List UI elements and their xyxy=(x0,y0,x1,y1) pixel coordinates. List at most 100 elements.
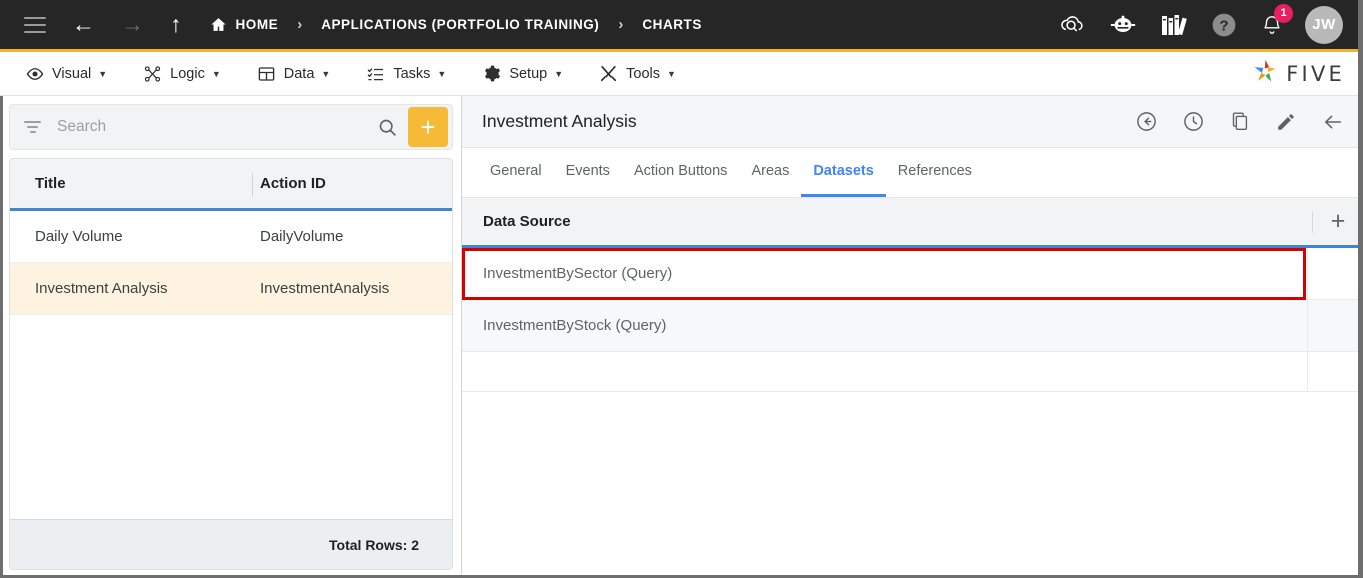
filter-icon[interactable] xyxy=(24,121,41,133)
menu-label-setup: Setup xyxy=(509,65,548,82)
breadcrumb-item-charts[interactable]: CHARTS xyxy=(642,17,702,32)
breadcrumb-separator: › xyxy=(297,16,303,33)
cell-data-source: InvestmentBySector (Query) xyxy=(483,265,673,282)
table-row-selected[interactable]: Investment Analysis InvestmentAnalysis xyxy=(10,263,452,315)
menu-item-visual[interactable]: Visual ▼ xyxy=(14,52,119,96)
menu-label-logic: Logic xyxy=(170,65,205,82)
add-dataset-button[interactable]: + xyxy=(1313,207,1363,236)
svg-text:?: ? xyxy=(1219,17,1228,34)
chevron-down-icon: ▼ xyxy=(667,68,676,79)
tab-events[interactable]: Events xyxy=(554,148,622,197)
chevron-down-icon: ▼ xyxy=(321,68,331,79)
column-header-title[interactable]: Title xyxy=(10,175,252,192)
cell-action-id: DailyVolume xyxy=(260,228,344,245)
table-grid-icon xyxy=(257,65,276,83)
edit-pencil-icon[interactable] xyxy=(1275,111,1297,133)
notification-badge: 1 xyxy=(1274,3,1293,23)
row-action-cell[interactable] xyxy=(1307,300,1363,351)
add-record-button[interactable]: + xyxy=(408,107,448,147)
column-divider xyxy=(252,173,253,197)
five-pinwheel-logo xyxy=(1251,57,1280,91)
column-header-data-source[interactable]: Data Source xyxy=(462,213,571,230)
menu-label-tools: Tools xyxy=(626,65,660,82)
books-library-icon[interactable] xyxy=(1161,13,1187,37)
tab-references[interactable]: References xyxy=(886,148,984,197)
menu-item-tools[interactable]: Tools ▼ xyxy=(587,52,688,96)
menu-item-logic[interactable]: Logic ▼ xyxy=(131,52,233,96)
chevron-down-icon: ▼ xyxy=(98,68,108,79)
detail-tabs: General Events Action Buttons Areas Data… xyxy=(462,148,1363,198)
duplicate-copy-icon[interactable] xyxy=(1229,110,1251,133)
home-icon xyxy=(210,16,227,33)
top-navigation-bar: ← → ↑ HOME › APPLICATIONS (PORTFOLIO TRA… xyxy=(0,0,1363,52)
tab-datasets[interactable]: Datasets xyxy=(801,148,886,197)
row-action-cell[interactable] xyxy=(1307,248,1363,299)
brand-logo: FIVE xyxy=(1251,57,1363,91)
breadcrumb-item-home[interactable]: HOME xyxy=(210,16,279,33)
hamburger-menu-icon[interactable] xyxy=(24,16,46,33)
detail-header: Investment Analysis xyxy=(462,96,1363,148)
menu-item-tasks[interactable]: Tasks ▼ xyxy=(354,52,458,96)
notification-bell-icon[interactable]: 1 xyxy=(1261,3,1293,37)
plus-icon: + xyxy=(420,112,436,142)
menu-label-tasks: Tasks xyxy=(393,65,431,82)
grid-header-row: Title Action ID xyxy=(10,159,452,211)
cell-data-source: InvestmentByStock (Query) xyxy=(483,317,667,334)
search-icon[interactable] xyxy=(377,117,398,138)
chevron-down-icon: ▼ xyxy=(437,68,447,79)
grid-footer: Total Rows: 2 xyxy=(10,519,452,569)
search-input[interactable] xyxy=(57,118,377,136)
chevron-down-icon: ▼ xyxy=(211,68,221,79)
page-title: Investment Analysis xyxy=(482,111,637,131)
tab-action-buttons[interactable]: Action Buttons xyxy=(622,148,740,197)
arrow-up-icon[interactable]: ↑ xyxy=(170,13,182,36)
chat-bot-icon[interactable] xyxy=(1109,14,1137,36)
help-icon[interactable]: ? xyxy=(1211,12,1237,38)
left-list-panel: + Title Action ID Daily Volume DailyVolu… xyxy=(0,96,462,578)
datasets-empty-area xyxy=(462,392,1363,578)
application-window: ← → ↑ HOME › APPLICATIONS (PORTFOLIO TRA… xyxy=(0,0,1363,578)
datasets-header-right: + xyxy=(1312,207,1363,236)
main-menu-bar: Visual ▼ Logic ▼ Data ▼ Tasks ▼ Setup ▼ … xyxy=(0,52,1363,96)
menu-label-data: Data xyxy=(283,65,315,82)
cell-title: Daily Volume xyxy=(35,228,123,245)
cell-empty xyxy=(462,352,1307,391)
table-row[interactable]: Daily Volume DailyVolume xyxy=(10,211,452,263)
cell-title: Investment Analysis xyxy=(35,280,168,297)
menu-item-data[interactable]: Data ▼ xyxy=(245,52,343,96)
cell-action-id: InvestmentAnalysis xyxy=(260,280,390,297)
dataset-row-investmentbysector[interactable]: InvestmentBySector (Query) xyxy=(462,248,1363,300)
user-avatar[interactable]: JW xyxy=(1305,5,1343,44)
gear-icon xyxy=(482,64,501,83)
menu-item-setup[interactable]: Setup ▼ xyxy=(470,52,575,96)
tools-cross-icon xyxy=(599,64,618,83)
revert-icon[interactable] xyxy=(1135,110,1158,133)
detail-panel: Investment Analysis General Events Actio… xyxy=(462,96,1363,578)
dataset-row-investmentbystock[interactable]: InvestmentByStock (Query) xyxy=(462,300,1363,352)
back-arrow-icon[interactable] xyxy=(1321,111,1345,133)
datasets-header-row: Data Source + xyxy=(462,198,1363,248)
history-clock-icon[interactable] xyxy=(1182,110,1205,133)
row-action-cell-empty xyxy=(1307,352,1363,391)
grid-empty-area xyxy=(10,315,452,519)
chevron-down-icon: ▼ xyxy=(554,68,564,79)
tab-general[interactable]: General xyxy=(478,148,554,197)
tab-areas[interactable]: Areas xyxy=(739,148,801,197)
cloud-search-icon[interactable] xyxy=(1058,11,1085,38)
search-bar: + xyxy=(9,104,453,150)
column-header-action-id[interactable]: Action ID xyxy=(252,175,326,192)
breadcrumb-item-applications[interactable]: APPLICATIONS (PORTFOLIO TRAINING) xyxy=(321,17,599,32)
dataset-empty-row xyxy=(462,352,1363,392)
breadcrumb-label-home: HOME xyxy=(235,17,279,32)
detail-header-actions xyxy=(1111,110,1363,133)
breadcrumb-separator: › xyxy=(618,16,624,33)
menu-label-visual: Visual xyxy=(52,65,92,82)
arrow-right-icon[interactable]: → xyxy=(121,13,144,36)
records-grid: Title Action ID Daily Volume DailyVolume… xyxy=(9,158,453,570)
total-rows-label: Total Rows: 2 xyxy=(329,536,419,553)
brand-name: FIVE xyxy=(1286,61,1345,86)
logic-nodes-icon xyxy=(143,65,162,83)
eye-icon xyxy=(26,65,44,83)
topbar-right-icons: ? 1 JW xyxy=(1034,3,1363,44)
arrow-left-icon[interactable]: ← xyxy=(72,13,95,36)
